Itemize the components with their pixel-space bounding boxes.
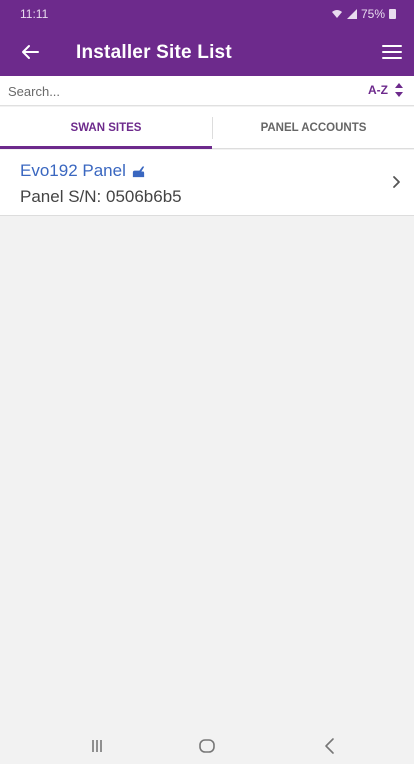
signal-icon bbox=[346, 9, 357, 19]
installer-hand-icon bbox=[132, 165, 144, 177]
status-icons: 75% bbox=[331, 7, 396, 21]
status-time: 11:11 bbox=[20, 7, 49, 21]
sort-button[interactable]: A-Z bbox=[368, 82, 404, 98]
sort-up-down-icon bbox=[395, 83, 403, 97]
status-bar: 11:11 75% bbox=[0, 0, 414, 28]
search-input[interactable] bbox=[8, 80, 308, 102]
arrow-left-icon[interactable] bbox=[18, 40, 42, 64]
tab-bar: SWAN SITES PANEL ACCOUNTS bbox=[0, 107, 414, 149]
search-bar: A-Z bbox=[0, 76, 414, 106]
list-item[interactable]: Evo192 Panel Panel S/N: 0506b6b5 bbox=[0, 150, 414, 216]
tab-swan-sites[interactable]: SWAN SITES bbox=[0, 107, 212, 149]
site-name: Evo192 Panel bbox=[20, 161, 126, 180]
system-nav-bar bbox=[0, 727, 414, 764]
site-name-row: Evo192 Panel bbox=[20, 161, 146, 181]
app-bar: Installer Site List bbox=[0, 28, 414, 76]
battery-icon bbox=[389, 9, 396, 19]
site-serial: Panel S/N: 0506b6b5 bbox=[20, 187, 182, 206]
wifi-icon bbox=[331, 10, 342, 18]
tab-panel-accounts[interactable]: PANEL ACCOUNTS bbox=[213, 107, 414, 149]
hamburger-menu-icon[interactable] bbox=[380, 40, 404, 64]
tab-label: PANEL ACCOUNTS bbox=[260, 122, 367, 134]
sort-label: A-Z bbox=[368, 83, 388, 97]
home-icon[interactable] bbox=[195, 734, 219, 758]
chevron-right-icon bbox=[393, 176, 400, 188]
recents-icon[interactable] bbox=[85, 734, 109, 758]
battery-percent: 75% bbox=[360, 7, 385, 21]
tab-label: SWAN SITES bbox=[70, 122, 142, 134]
page-title: Installer Site List bbox=[76, 42, 232, 63]
back-icon[interactable] bbox=[318, 734, 342, 758]
active-tab-indicator bbox=[0, 146, 212, 149]
list-empty-area bbox=[0, 217, 414, 727]
